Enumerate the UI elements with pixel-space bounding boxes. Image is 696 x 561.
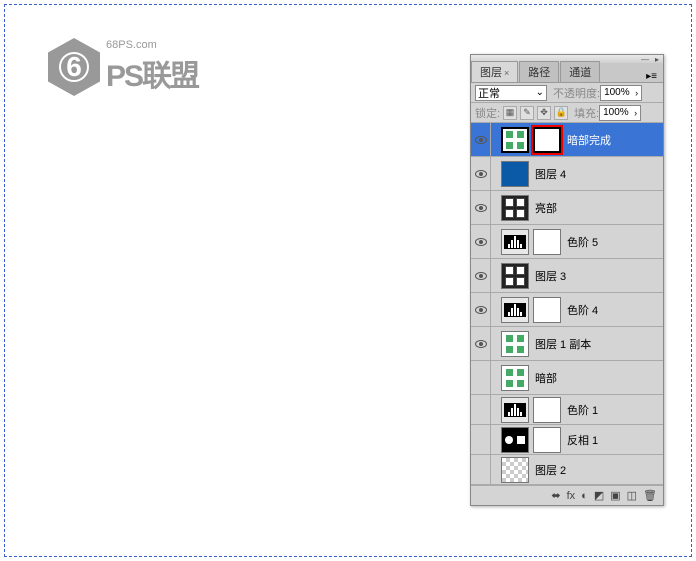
tab-paths[interactable]: 路径 [519, 61, 559, 82]
logo-hexagon: 6 [48, 38, 100, 96]
fx-icon[interactable]: fx [567, 490, 576, 502]
visibility-toggle[interactable] [471, 425, 491, 454]
tab-channels[interactable]: 通道 [560, 61, 600, 82]
opacity-input[interactable]: 100% [600, 85, 642, 101]
link-layers-icon[interactable]: ⬌ [551, 489, 560, 502]
layer-row[interactable]: 图层 1 副本 [471, 327, 663, 361]
layer-thumbnail[interactable] [501, 161, 529, 187]
layer-row[interactable]: 图层 4 [471, 157, 663, 191]
group-icon[interactable]: ▣ [610, 489, 620, 502]
layer-thumbnail[interactable] [501, 331, 529, 357]
layer-thumbnail[interactable] [501, 297, 529, 323]
lock-icons: ▦ ✎ ✥ 🔒 [503, 106, 568, 120]
visibility-toggle[interactable] [471, 259, 491, 292]
layer-name-label[interactable]: 暗部完成 [567, 132, 611, 148]
eye-icon [475, 170, 487, 178]
layer-name-label[interactable]: 图层 1 副本 [535, 336, 591, 352]
lock-position-icon[interactable]: ✥ [537, 106, 551, 120]
layer-mask-thumbnail[interactable] [533, 127, 561, 153]
visibility-toggle[interactable] [471, 157, 491, 190]
layer-mask-thumbnail[interactable] [533, 297, 561, 323]
lock-label: 锁定: [475, 105, 500, 121]
layer-row[interactable]: 亮部 [471, 191, 663, 225]
layer-row[interactable]: 暗部 [471, 361, 663, 395]
mask-icon[interactable]: ◐ [581, 490, 588, 502]
visibility-toggle[interactable] [471, 191, 491, 224]
layer-name-label[interactable]: 反相 1 [567, 432, 598, 448]
logo-url: 68PS.com [106, 39, 198, 51]
layer-thumbnail[interactable] [501, 397, 529, 423]
visibility-toggle[interactable] [471, 327, 491, 360]
blend-opacity-row: 正常 不透明度: 100% [471, 83, 663, 103]
fill-label: 填充: [574, 105, 599, 121]
tab-close-icon[interactable]: × [504, 68, 509, 78]
eye-icon [475, 204, 487, 212]
layer-row[interactable]: 图层 2 [471, 455, 663, 485]
layer-row[interactable]: 图层 3 [471, 259, 663, 293]
lock-fill-row: 锁定: ▦ ✎ ✥ 🔒 填充: 100% [471, 103, 663, 123]
visibility-toggle[interactable] [471, 225, 491, 258]
layer-thumbnail[interactable] [501, 263, 529, 289]
layer-mask-thumbnail[interactable] [533, 229, 561, 255]
expand-icon[interactable]: ▸ [655, 55, 659, 64]
new-layer-icon[interactable]: ◫ [627, 489, 637, 502]
visibility-toggle[interactable] [471, 395, 491, 424]
adjustment-icon[interactable]: ◩ [594, 489, 604, 502]
opacity-label: 不透明度: [553, 85, 600, 101]
watermark-logo: 6 68PS.com PS联盟 [48, 38, 198, 96]
tab-layers[interactable]: 图层× [471, 61, 518, 82]
delete-layer-icon[interactable]: 🗑 [643, 489, 657, 502]
layer-row[interactable]: 暗部完成 [471, 123, 663, 157]
layers-list: 暗部完成图层 4 亮部色阶 5 图层 3 色阶 4 图层 1 副本暗部色阶 1 反相 1图… [471, 123, 663, 485]
layer-name-label[interactable]: 图层 3 [535, 268, 566, 284]
layer-thumbnail[interactable] [501, 195, 529, 221]
layer-name-label[interactable]: 色阶 4 [567, 302, 598, 318]
visibility-toggle[interactable] [471, 455, 491, 484]
eye-icon [475, 340, 487, 348]
eye-icon [475, 136, 487, 144]
blend-mode-select[interactable]: 正常 [475, 85, 547, 101]
layer-thumbnail[interactable] [501, 229, 529, 255]
layer-name-label[interactable]: 亮部 [535, 200, 557, 216]
layer-mask-thumbnail[interactable] [533, 427, 561, 453]
layer-row[interactable]: 色阶 1 [471, 395, 663, 425]
visibility-toggle[interactable] [471, 123, 491, 156]
visibility-toggle[interactable] [471, 361, 491, 394]
logo-brand: PS联盟 [106, 51, 198, 95]
logo-6-icon: 6 [59, 52, 89, 82]
layer-name-label[interactable]: 图层 2 [535, 462, 566, 478]
eye-icon [475, 306, 487, 314]
visibility-toggle[interactable] [471, 293, 491, 326]
layer-thumbnail[interactable] [501, 457, 529, 483]
layer-name-label[interactable]: 色阶 5 [567, 234, 598, 250]
eye-icon [475, 238, 487, 246]
lock-pixels-icon[interactable]: ✎ [520, 106, 534, 120]
layer-thumbnail[interactable] [501, 127, 529, 153]
minimize-icon[interactable]: — [641, 55, 649, 64]
lock-transparency-icon[interactable]: ▦ [503, 106, 517, 120]
panel-menu-icon[interactable]: ▸≡ [640, 71, 663, 82]
layer-name-label[interactable]: 暗部 [535, 370, 557, 386]
layer-name-label[interactable]: 色阶 1 [567, 402, 598, 418]
eye-icon [475, 272, 487, 280]
layer-thumbnail[interactable] [501, 427, 529, 453]
layers-panel: — ▸ 图层× 路径 通道 ▸≡ 正常 不透明度: 100% 锁定: ▦ ✎ ✥… [470, 54, 664, 506]
layer-row[interactable]: 色阶 5 [471, 225, 663, 259]
lock-all-icon[interactable]: 🔒 [554, 106, 568, 120]
layers-footer: ⬌ fx ◐ ◩ ▣ ◫ 🗑 [471, 485, 663, 505]
layer-name-label[interactable]: 图层 4 [535, 166, 566, 182]
fill-input[interactable]: 100% [599, 105, 641, 121]
layer-mask-thumbnail[interactable] [533, 397, 561, 423]
layer-row[interactable]: 反相 1 [471, 425, 663, 455]
layer-row[interactable]: 色阶 4 [471, 293, 663, 327]
layer-thumbnail[interactable] [501, 365, 529, 391]
panel-tabs: 图层× 路径 通道 ▸≡ [471, 63, 663, 83]
